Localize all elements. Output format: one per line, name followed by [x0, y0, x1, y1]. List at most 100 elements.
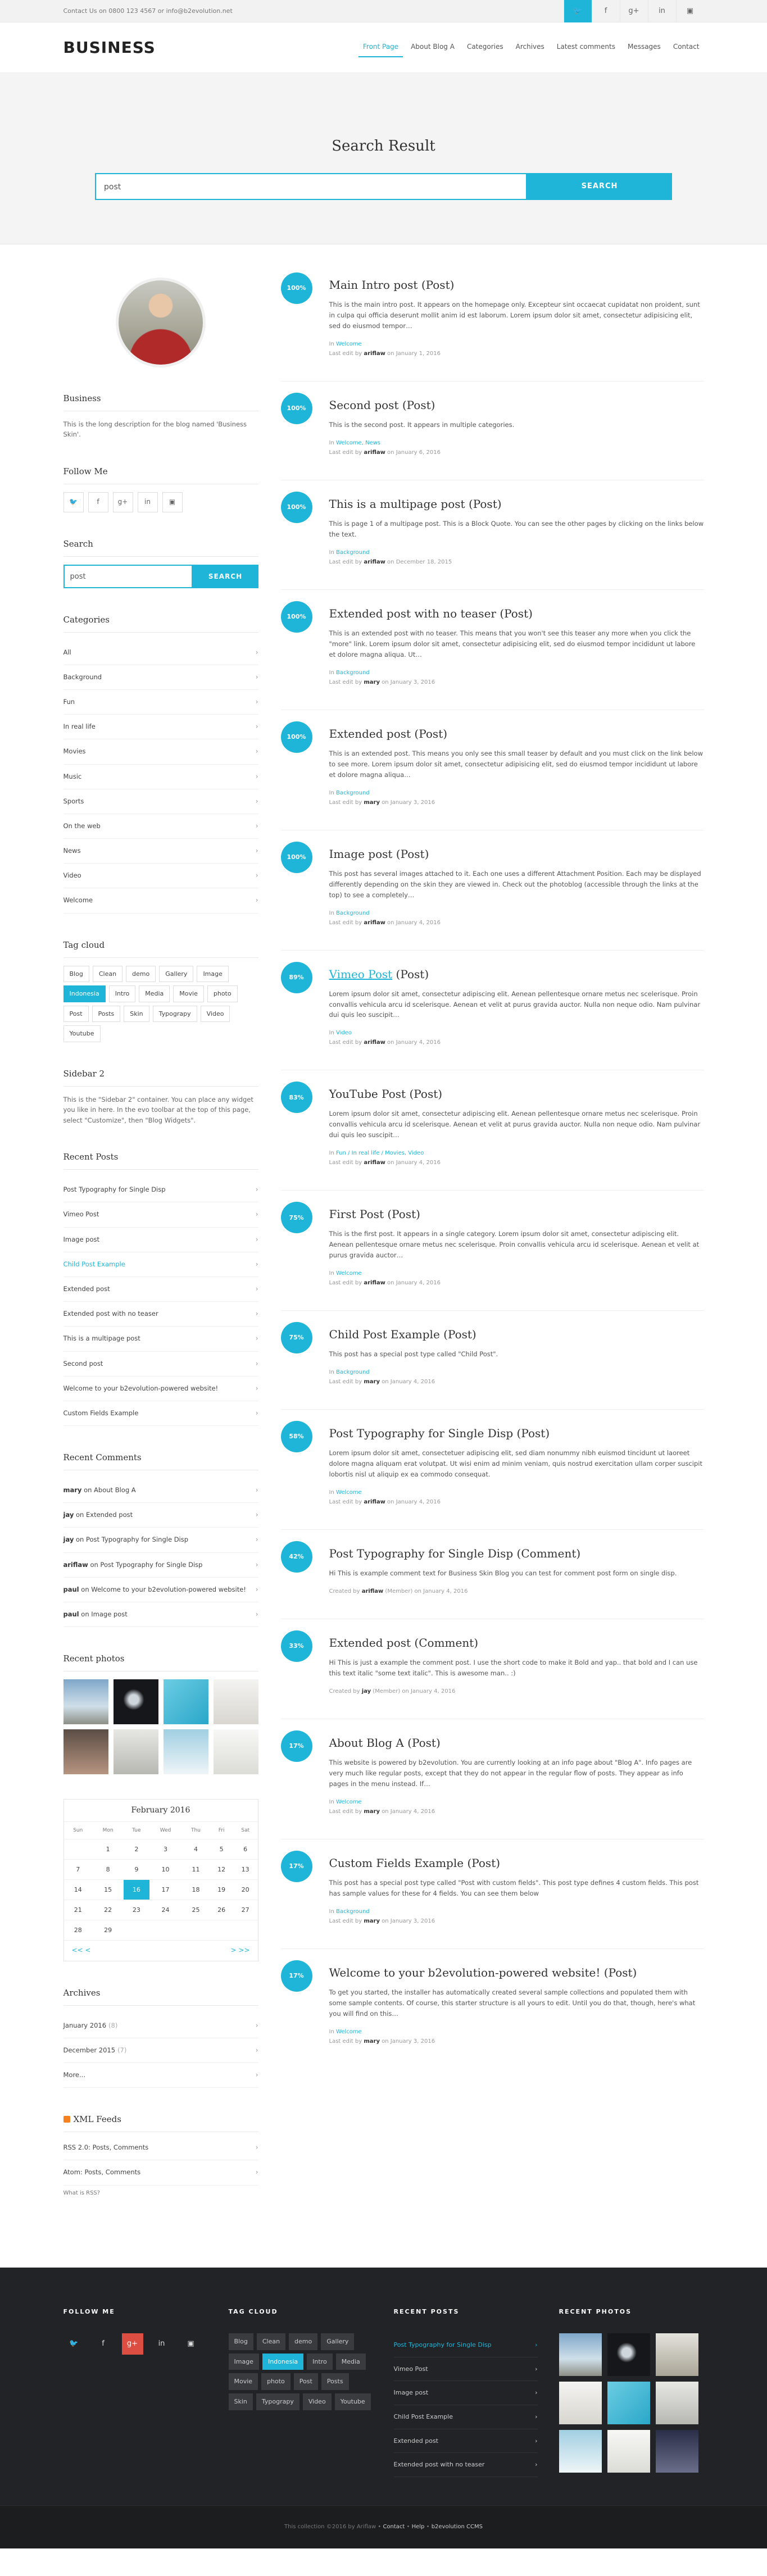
feed-item[interactable]: Atom: Posts, Comments › — [63, 2160, 258, 2186]
category-item[interactable]: On the web › — [63, 814, 258, 839]
photo-thumb[interactable] — [63, 1729, 108, 1775]
recent-post-item[interactable]: Vimeo Post › — [63, 1202, 258, 1228]
result-category-link[interactable]: Background — [336, 790, 370, 796]
footer-tag-item[interactable]: Indonesia — [262, 2353, 304, 2370]
twitter-icon[interactable]: 🐦 — [63, 2333, 85, 2355]
powered-by-link[interactable]: b2evolution CCMS — [432, 2524, 483, 2530]
result-category-link[interactable]: Welcome — [336, 2029, 362, 2035]
recent-post-item[interactable]: Custom Fields Example › — [63, 1401, 258, 1426]
recent-post-item[interactable]: Second post › — [63, 1352, 258, 1376]
photo-thumb[interactable] — [63, 1679, 108, 1725]
result-title[interactable]: Post Typography for Single Disp (Comment… — [329, 1547, 704, 1560]
category-item[interactable]: All › — [63, 640, 258, 665]
linkedin-icon[interactable]: in — [137, 492, 158, 512]
photo-thumb[interactable] — [113, 1729, 158, 1775]
footer-recent-item[interactable]: Vimeo Post › — [393, 2357, 538, 2382]
tag-item[interactable]: photo — [207, 985, 238, 1002]
result-category-link[interactable]: Video — [336, 1030, 352, 1036]
result-author[interactable]: mary — [364, 1379, 380, 1385]
result-author[interactable]: ariflaw — [364, 1280, 385, 1286]
nav-archives[interactable]: Archives — [511, 38, 549, 57]
facebook-icon[interactable]: f — [88, 492, 108, 512]
result-title[interactable]: Extended post with no teaser (Post) — [329, 607, 704, 620]
flickr-icon[interactable]: ▣ — [675, 0, 704, 22]
tag-item[interactable]: Post — [63, 1005, 89, 1023]
calendar-day[interactable]: 18 — [181, 1879, 210, 1900]
recent-post-item[interactable]: Image post › — [63, 1228, 258, 1252]
result-author[interactable]: ariflaw — [364, 1499, 385, 1505]
photo-thumb[interactable] — [113, 1679, 158, 1725]
tag-item[interactable]: Media — [139, 985, 170, 1002]
calendar-day[interactable]: 15 — [92, 1879, 124, 1900]
photo-thumb[interactable] — [607, 2430, 650, 2473]
footer-tag-item[interactable]: Youtube — [334, 2393, 371, 2410]
googleplus-icon[interactable]: g+ — [121, 2333, 143, 2355]
calendar-day[interactable]: 6 — [233, 1838, 258, 1860]
result-title[interactable]: Image post (Post) — [329, 847, 704, 861]
result-title[interactable]: Vimeo Post (Post) — [329, 967, 704, 981]
result-category-link[interactable]: Background — [336, 670, 370, 676]
calendar-day[interactable]: 19 — [210, 1879, 233, 1900]
result-author[interactable]: ariflaw — [364, 1039, 385, 1046]
calendar-prev[interactable]: << < — [72, 1945, 91, 1956]
footer-tag-item[interactable]: Movie — [228, 2373, 258, 2390]
photo-thumb[interactable] — [213, 1729, 258, 1775]
recent-post-item[interactable]: Extended post › — [63, 1277, 258, 1302]
nav-messages[interactable]: Messages — [623, 38, 665, 57]
tag-item[interactable]: Image — [197, 965, 229, 983]
calendar-day[interactable]: 16 — [124, 1879, 149, 1900]
footer-tag-item[interactable]: Posts — [321, 2373, 349, 2390]
archive-item[interactable]: December 2015 (7) › — [63, 2038, 258, 2064]
tag-item[interactable]: Posts — [92, 1005, 121, 1023]
category-item[interactable]: Movies › — [63, 739, 258, 765]
photo-thumb[interactable] — [559, 2382, 602, 2425]
googleplus-icon[interactable]: g+ — [112, 492, 133, 512]
footer-tag-item[interactable]: Blog — [228, 2333, 253, 2350]
recent-post-item[interactable]: Post Typography for Single Disp › — [63, 1178, 258, 1203]
result-title[interactable]: Child Post Example (Post) — [329, 1328, 704, 1341]
calendar-day[interactable]: 13 — [233, 1859, 258, 1880]
calendar-day[interactable]: 4 — [181, 1838, 210, 1860]
result-title[interactable]: This is a multipage post (Post) — [329, 497, 704, 511]
calendar-next[interactable]: > >> — [231, 1945, 250, 1956]
footer-recent-item[interactable]: Extended post with no teaser › — [393, 2453, 538, 2477]
calendar-day[interactable]: 9 — [124, 1859, 149, 1880]
feed-item[interactable]: RSS 2.0: Posts, Comments › — [63, 2136, 258, 2161]
footer-tag-item[interactable]: Skin — [228, 2393, 253, 2410]
tag-item[interactable]: Gallery — [159, 965, 194, 983]
category-item[interactable]: Music › — [63, 765, 258, 789]
footer-tag-item[interactable]: Media — [335, 2353, 366, 2370]
tag-item[interactable]: Skin — [124, 1005, 149, 1023]
footer-tag-item[interactable]: Post — [293, 2373, 318, 2390]
calendar-day[interactable]: 27 — [233, 1899, 258, 1920]
photo-thumb[interactable] — [655, 2333, 698, 2377]
result-category-link[interactable]: Background — [336, 1369, 370, 1375]
footer-tag-item[interactable]: Typograpy — [256, 2393, 299, 2410]
recent-comment-item[interactable]: mary on About Blog A › — [63, 1478, 258, 1503]
calendar-day[interactable]: 23 — [124, 1899, 149, 1920]
calendar-day[interactable]: 3 — [149, 1838, 182, 1860]
calendar-day[interactable]: 25 — [181, 1899, 210, 1920]
photo-thumb[interactable] — [607, 2333, 650, 2377]
recent-post-item[interactable]: Child Post Example › — [63, 1252, 258, 1277]
category-item[interactable]: Welcome › — [63, 888, 258, 914]
result-author[interactable]: ariflaw — [364, 449, 385, 456]
flickr-icon[interactable]: ▣ — [162, 492, 183, 512]
tag-item[interactable]: Clean — [92, 965, 123, 983]
result-author[interactable]: mary — [364, 799, 380, 806]
calendar-day[interactable]: 7 — [63, 1859, 93, 1880]
tag-item[interactable]: Youtube — [63, 1025, 101, 1043]
calendar-day[interactable]: 5 — [210, 1838, 233, 1860]
calendar-day[interactable]: 21 — [63, 1899, 93, 1920]
footer-tag-item[interactable]: Video — [302, 2393, 332, 2410]
recent-comment-item[interactable]: ariflaw on Post Typography for Single Di… — [63, 1553, 258, 1578]
footer-recent-item[interactable]: Post Typography for Single Disp › — [393, 2333, 538, 2357]
result-category-link[interactable]: Fun / In real life / Movies, Video — [336, 1150, 424, 1156]
result-author[interactable]: ariflaw — [364, 559, 385, 565]
recent-post-item[interactable]: Extended post with no teaser › — [63, 1302, 258, 1327]
contact-link[interactable]: Contact — [383, 2524, 405, 2530]
archive-item[interactable]: January 2016 (8) › — [63, 2014, 258, 2038]
result-author[interactable]: ariflaw — [364, 920, 385, 926]
nav-about-blog[interactable]: About Blog A — [406, 38, 459, 57]
footer-tag-item[interactable]: demo — [289, 2333, 318, 2350]
